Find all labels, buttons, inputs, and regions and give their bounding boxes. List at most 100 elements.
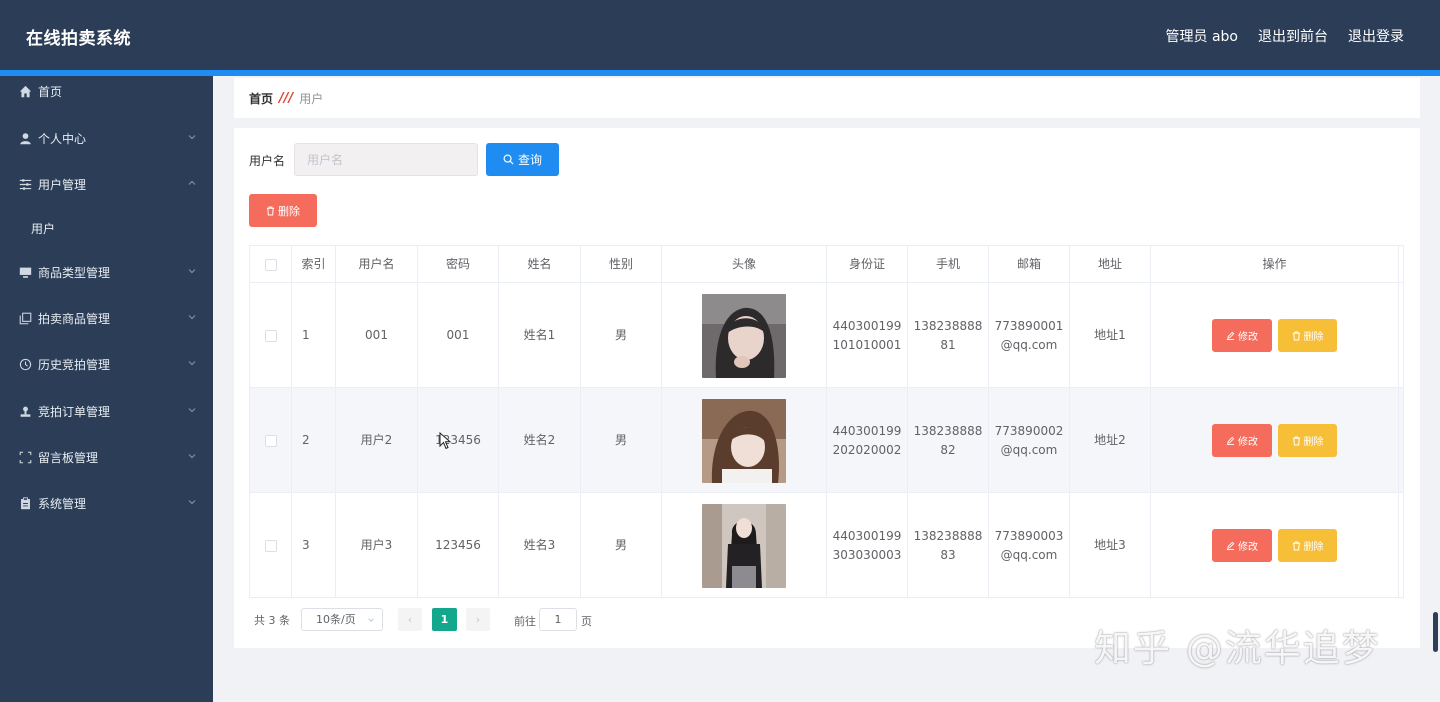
cell-password: 123456	[418, 493, 499, 598]
edit-button[interactable]: 修改	[1212, 424, 1272, 457]
row-checkbox-cell	[250, 283, 292, 388]
cell-actions: 修改 删除	[1151, 283, 1399, 388]
cell-index: 3	[292, 493, 336, 598]
clock-icon	[18, 357, 32, 371]
cell-username: 用户2	[336, 388, 418, 493]
table-row: 1 001 001 姓名1 男 440300199 101010001 13823…	[250, 283, 1403, 388]
cell-name: 姓名1	[499, 283, 581, 388]
goto-page-input[interactable]	[539, 608, 577, 631]
cell-gender: 男	[581, 493, 662, 598]
cell-password: 001	[418, 283, 499, 388]
back-to-front-link[interactable]: 退出到前台	[1258, 26, 1328, 46]
chevron-down-icon	[188, 135, 196, 140]
sidebar-item-user-management[interactable]: 用户管理	[0, 164, 213, 204]
cell-id-card: 440300199 202020002	[827, 388, 908, 493]
email-line: 773890002	[994, 423, 1064, 438]
sidebar-item-auction-goods[interactable]: 拍卖商品管理	[0, 298, 213, 338]
trash-icon	[266, 205, 275, 216]
id-card-line: 440300199	[832, 318, 902, 333]
avatar[interactable]	[702, 293, 786, 378]
cell-phone: 138238888 81	[908, 283, 989, 388]
header-select-all[interactable]	[250, 246, 292, 283]
column-header-address: 地址	[1070, 246, 1151, 283]
email-line: 773890001	[994, 318, 1064, 333]
app-title: 在线拍卖系统	[26, 29, 131, 49]
search-username-input[interactable]	[294, 143, 478, 176]
row-checkbox[interactable]	[264, 329, 277, 342]
page-size-value: 10条/页	[316, 613, 356, 626]
logout-link[interactable]: 退出登录	[1348, 26, 1404, 46]
trash-icon	[1292, 435, 1300, 446]
cell-name: 姓名3	[499, 493, 581, 598]
table-row: 2 用户2 123456 姓名2 男 440300199 202020002 13…	[250, 388, 1403, 493]
user-icon	[18, 131, 32, 145]
breadcrumb-home[interactable]: 首页	[249, 90, 273, 107]
column-header-password: 密码	[418, 246, 499, 283]
next-page-button[interactable]: ›	[466, 608, 490, 631]
cell-id-card: 440300199 101010001	[827, 283, 908, 388]
sidebar-item-bid-history[interactable]: 历史竞拍管理	[0, 344, 213, 384]
prev-page-button[interactable]: ‹	[398, 608, 422, 631]
avatar[interactable]	[702, 503, 786, 588]
select-all-checkbox[interactable]	[264, 258, 277, 271]
column-header-avatar: 头像	[662, 246, 827, 283]
sidebar-item-profile[interactable]: 个人中心	[0, 118, 213, 158]
cell-address: 地址1	[1070, 283, 1151, 388]
delete-label: 删除	[1303, 542, 1324, 553]
watermark: 知乎 @流华追梦	[1094, 627, 1381, 670]
chevron-up-icon	[188, 180, 196, 185]
chevron-down-icon	[188, 500, 196, 505]
delete-button[interactable]: 删除	[1278, 319, 1337, 352]
edit-icon	[1226, 331, 1235, 340]
sidebar: 首页 个人中心 用户管理 用户 商品类型管理 拍卖商品管理 历史竞拍管理 竞拍订…	[0, 76, 213, 702]
email-line: @qq.com	[1000, 337, 1058, 352]
cell-address: 地址3	[1070, 493, 1151, 598]
id-card-line: 101010001	[832, 337, 902, 352]
delete-button[interactable]: 删除	[1278, 424, 1337, 457]
column-header-name: 姓名	[499, 246, 581, 283]
cell-phone: 138238888 82	[908, 388, 989, 493]
email-line: @qq.com	[1000, 547, 1058, 562]
id-card-line: 303030003	[832, 547, 902, 562]
row-checkbox[interactable]	[264, 434, 277, 447]
admin-user-label[interactable]: 管理员 abo	[1166, 26, 1238, 46]
sidebar-item-system[interactable]: 系统管理	[0, 483, 213, 523]
edit-button[interactable]: 修改	[1212, 319, 1272, 352]
row-checkbox-cell	[250, 493, 292, 598]
cell-email: 773890002 @qq.com	[989, 388, 1070, 493]
sidebar-item-label: 竞拍订单管理	[38, 404, 111, 419]
sidebar-item-message-board[interactable]: 留言板管理	[0, 437, 213, 477]
delete-label: 删除	[1303, 332, 1324, 343]
delete-button[interactable]: 删除	[1278, 529, 1337, 562]
cell-index: 1	[292, 283, 336, 388]
sidebar-item-bid-orders[interactable]: 竞拍订单管理	[0, 391, 213, 431]
monitor-icon	[18, 265, 32, 279]
clipboard-icon	[18, 496, 32, 510]
edit-label: 修改	[1238, 437, 1258, 448]
goto-label: 前往	[514, 615, 536, 628]
column-header-index: 索引	[292, 246, 336, 283]
home-icon	[18, 84, 32, 98]
cell-id-card: 440300199 303030003	[827, 493, 908, 598]
sidebar-item-label: 用户	[31, 221, 56, 236]
pagination-total: 共 3 条	[254, 614, 290, 627]
sidebar-item-home[interactable]: 首页	[0, 71, 213, 111]
batch-delete-button[interactable]: 删除	[249, 194, 317, 227]
sidebar-item-label: 个人中心	[38, 131, 87, 146]
breadcrumb-current: 用户	[299, 92, 324, 106]
cell-avatar	[662, 388, 827, 493]
scrollbar[interactable]	[1433, 612, 1438, 652]
sidebar-item-product-type[interactable]: 商品类型管理	[0, 252, 213, 292]
phone-line: 82	[940, 442, 956, 457]
page-number-current[interactable]: 1	[432, 608, 457, 631]
edit-button[interactable]: 修改	[1212, 529, 1272, 562]
query-button[interactable]: 查询	[486, 143, 559, 176]
frame-icon	[18, 450, 32, 464]
row-checkbox[interactable]	[264, 539, 277, 552]
page-size-select[interactable]: 10条/页	[301, 608, 383, 631]
users-table: 索引 用户名 密码 姓名 性别 头像 身份证 手机 邮箱 地址 操作 1 001…	[249, 245, 1404, 598]
sidebar-item-users[interactable]: 用户	[0, 208, 213, 248]
sidebar-item-label: 拍卖商品管理	[38, 311, 111, 326]
edit-icon	[1226, 436, 1235, 445]
avatar[interactable]	[702, 398, 786, 483]
